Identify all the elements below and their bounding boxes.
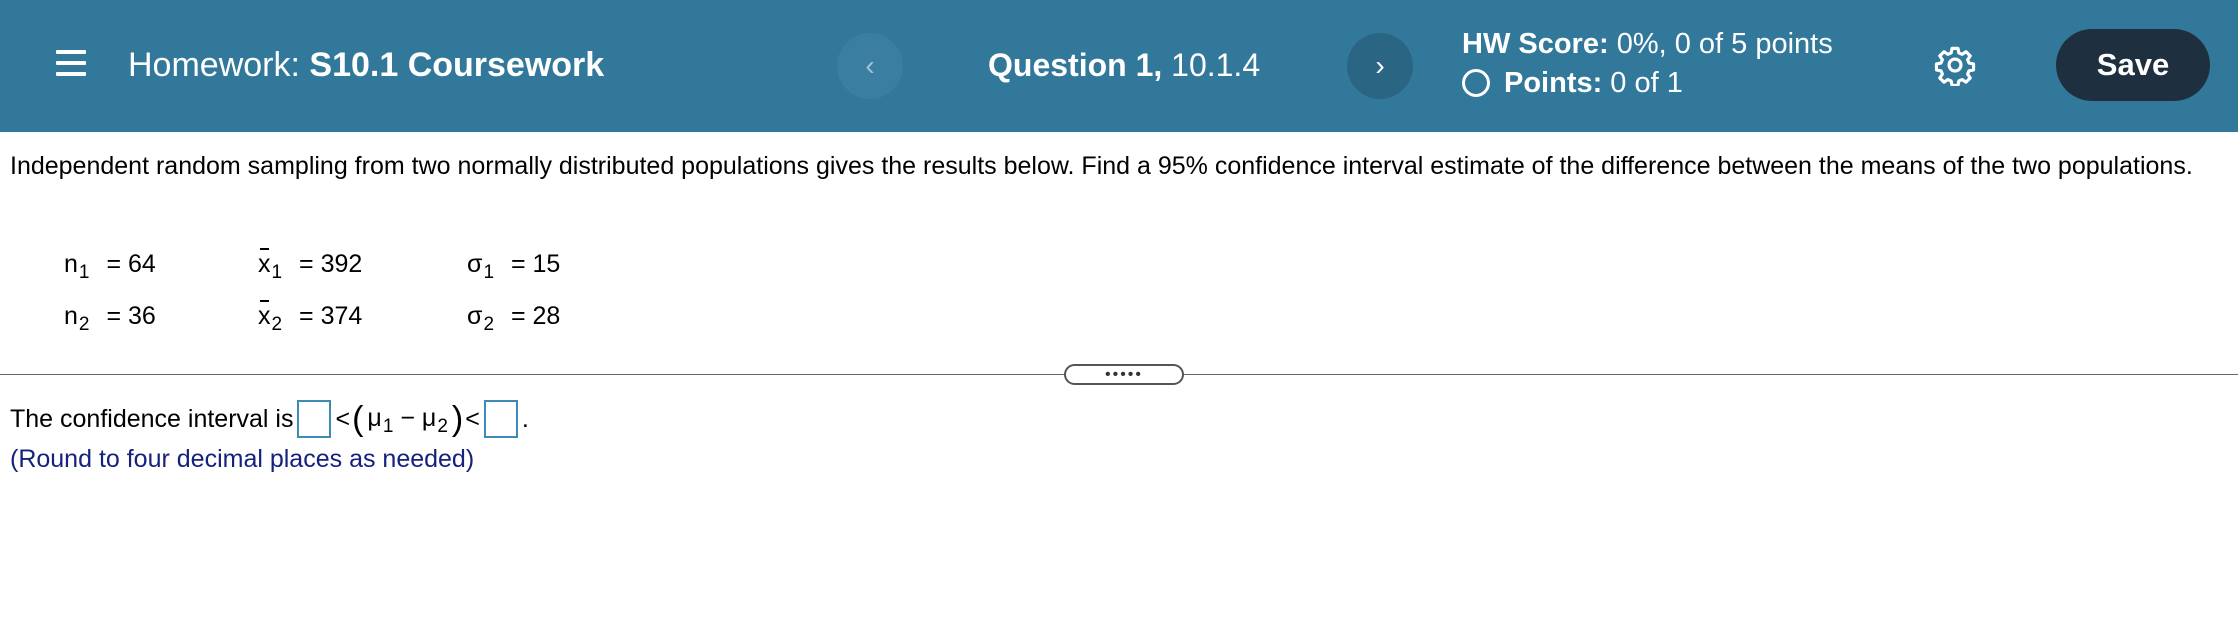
- xbar2-symbol: x: [258, 300, 271, 330]
- mu1-subscript: 1: [382, 415, 394, 437]
- points-value: 0 of 1: [1610, 67, 1683, 99]
- xbar1-subscript: 1: [271, 262, 283, 283]
- homework-title: Homework: S10.1 Coursework: [128, 44, 604, 86]
- question-id: 10.1.4: [1171, 47, 1261, 83]
- hamburger-menu-icon[interactable]: [56, 48, 86, 78]
- mu2-subscript: 2: [437, 415, 448, 437]
- n2-symbol: n: [64, 302, 78, 330]
- n1-cell: n1 = 64: [64, 250, 156, 283]
- answer-prefix: The confidence interval is: [10, 405, 294, 433]
- n1-value: = 64: [106, 250, 156, 278]
- sigma1-subscript: 1: [483, 262, 495, 283]
- problem-statement: Independent random sampling from two nor…: [10, 152, 2193, 180]
- answer-suffix: .: [521, 405, 529, 433]
- close-paren: ): [451, 400, 464, 438]
- question-label: Question 1,: [988, 47, 1163, 83]
- sigma2-cell: σ2 = 28: [467, 302, 561, 335]
- chevron-right-icon: ›: [1375, 50, 1385, 81]
- top-bar: Homework: S10.1 Coursework ‹ Question 1,…: [0, 0, 2238, 132]
- minus-sign: −: [400, 403, 415, 432]
- sigma1-value: = 15: [510, 250, 561, 278]
- open-paren: (: [352, 400, 364, 438]
- save-button[interactable]: Save: [2056, 29, 2210, 101]
- homework-name: S10.1 Coursework: [309, 46, 605, 84]
- gear-icon[interactable]: [1934, 44, 1976, 86]
- xbar1-symbol: x: [258, 248, 271, 278]
- hw-score: HW Score: 0%, 0 of 5 points: [1462, 25, 1833, 63]
- less-than-1: <: [335, 405, 351, 433]
- upper-bound-input[interactable]: [483, 400, 518, 438]
- xbar2-value: = 374: [299, 302, 363, 330]
- xbar1-cell: x1 = 392: [258, 248, 363, 283]
- xbar1-value: = 392: [299, 250, 363, 278]
- chevron-left-icon: ‹: [865, 50, 875, 81]
- lower-bound-input[interactable]: [297, 400, 332, 438]
- homework-prefix: Homework:: [128, 46, 300, 84]
- next-question-button[interactable]: ›: [1347, 33, 1413, 99]
- n2-cell: n2 = 36: [64, 302, 156, 335]
- status-circle-icon: [1462, 69, 1490, 97]
- sigma1-cell: σ1 = 15: [467, 250, 561, 283]
- rounding-hint: (Round to four decimal places as needed): [10, 445, 475, 473]
- question-indicator: Question 1, 10.1.4: [988, 45, 1260, 85]
- previous-question-button[interactable]: ‹: [837, 33, 903, 99]
- expand-handle[interactable]: •••••: [1064, 364, 1184, 385]
- hw-score-label: HW Score:: [1462, 28, 1609, 60]
- n2-value: = 36: [106, 302, 156, 330]
- mu2-symbol: μ: [421, 403, 437, 432]
- xbar2-cell: x2 = 374: [258, 300, 363, 335]
- mu1-symbol: μ: [367, 403, 382, 432]
- points-label: Points:: [1504, 67, 1603, 99]
- sigma2-subscript: 2: [483, 314, 495, 335]
- n1-symbol: n: [64, 250, 78, 278]
- answer-row: The confidence interval is < ( μ1 − μ2 )…: [10, 400, 529, 438]
- mu-difference: μ1 − μ2: [367, 401, 447, 438]
- question-points: Points: 0 of 1: [1462, 64, 1683, 102]
- sigma2-value: = 28: [510, 302, 561, 330]
- sigma1-symbol: σ: [467, 250, 483, 278]
- hw-score-value: 0%, 0 of 5 points: [1616, 28, 1833, 60]
- n2-subscript: 2: [78, 314, 90, 335]
- n1-subscript: 1: [78, 262, 90, 283]
- less-than-2: <: [465, 405, 480, 433]
- xbar2-subscript: 2: [271, 314, 283, 335]
- sigma2-symbol: σ: [467, 302, 483, 330]
